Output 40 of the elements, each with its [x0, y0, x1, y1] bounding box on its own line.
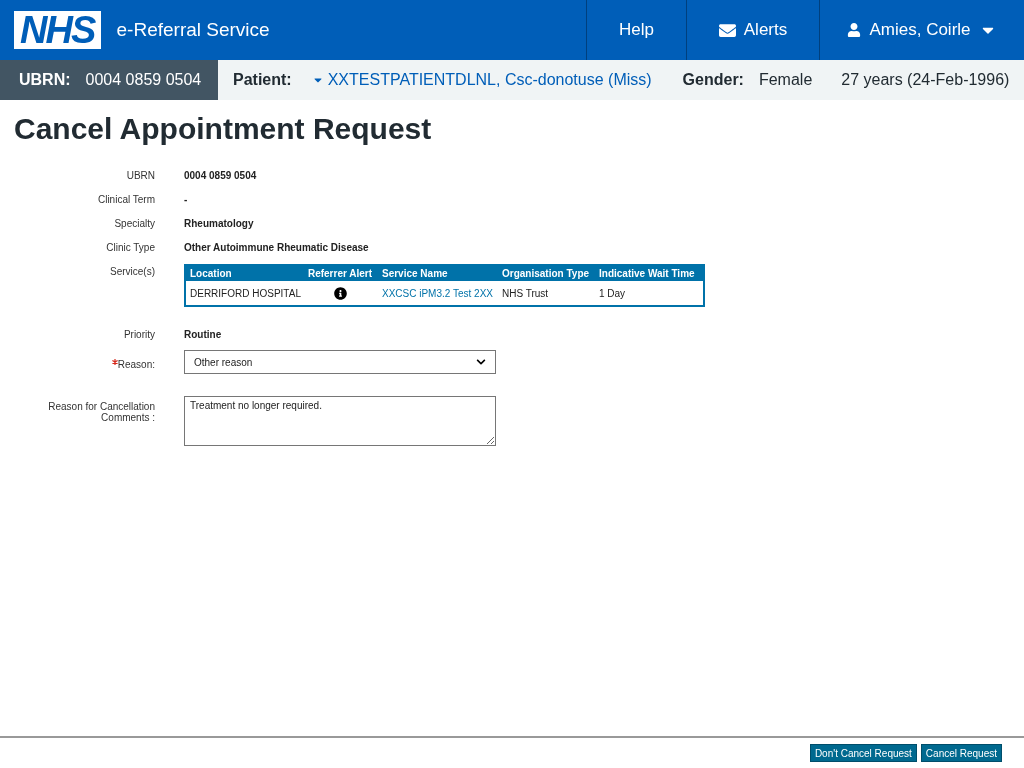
field-label: Priority [123, 329, 155, 340]
user-icon [847, 23, 862, 37]
column-header: Referrer Alert [306, 267, 374, 280]
column-header: Indicative Wait Time [598, 267, 696, 280]
field-value: Rheumatology [184, 218, 254, 229]
field-label: Reason: [117, 358, 155, 371]
column-header: Service Name [381, 267, 449, 280]
field-value: Routine [184, 329, 222, 340]
field-value: Other Autoimmune Rheumatic Disease [184, 242, 369, 253]
table-cell-text: NHS Trust [501, 286, 550, 300]
field-label: Service(s) [110, 266, 155, 277]
field-label: Clinic Type [106, 242, 155, 253]
field-label: UBRN [126, 170, 155, 181]
envelope-icon [718, 21, 736, 39]
patient-age: 27 years (24-Feb-1996) [841, 70, 1010, 90]
field-label: Reason for Cancellation Comments : [47, 401, 155, 423]
field-label: Clinical Term [97, 194, 155, 205]
gender-value: Female [758, 70, 813, 90]
patient-link[interactable]: XXTESTPATIENTDLNL, Csc-donotuse (Miss) [311, 68, 652, 92]
service-title: e-Referral Service [116, 17, 270, 42]
info-icon[interactable] [333, 286, 347, 300]
field-value: - [184, 194, 188, 205]
reason-dropdown[interactable]: Other reason [184, 350, 496, 374]
nhs-logo[interactable]: NHS [14, 11, 101, 49]
chevron-icon [476, 357, 486, 367]
action-button[interactable]: Cancel Request [920, 744, 1002, 762]
gender-label: Gender: [682, 70, 744, 90]
column-header: Organisation Type [501, 267, 591, 280]
table-cell-text: DERRIFORD HOSPITAL [189, 286, 302, 300]
page-title: Cancel Appointment Request [14, 111, 433, 147]
ubrn-label: UBRN: [19, 70, 71, 90]
patient-label: Patient: [233, 70, 292, 90]
service-link[interactable]: XXCSC iPM3.2 Test 2XX [378, 286, 498, 300]
action-button[interactable]: Don't Cancel Request [809, 744, 917, 762]
field-value: 0004 0859 0504 [184, 170, 257, 181]
comments-field[interactable]: Treatment no longer required. [184, 396, 496, 446]
column-header: Location [189, 267, 233, 280]
field-label: Specialty [114, 218, 155, 229]
table-cell-text: 1 Day [598, 286, 627, 300]
ubrn-value: 0004 0859 0504 [85, 70, 202, 90]
